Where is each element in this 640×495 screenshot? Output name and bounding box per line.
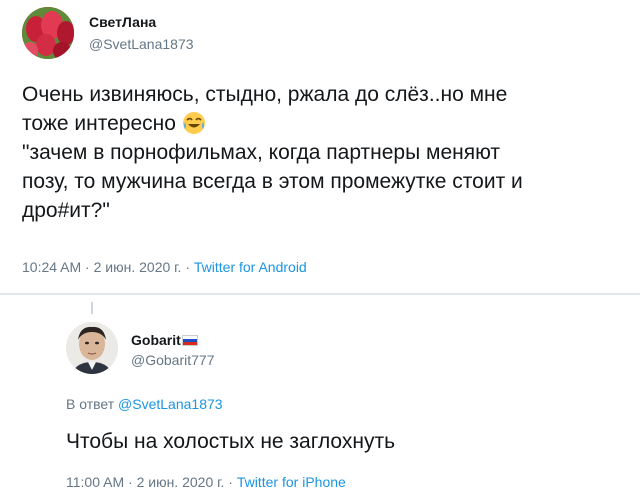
- thread-connector: [91, 302, 93, 314]
- reply-date[interactable]: 2 июн. 2020 г.: [137, 474, 225, 490]
- reply-to-label: В ответ: [66, 396, 115, 412]
- tweet-text-line1: Очень извиняюсь, стыдно, ржала до слёз..…: [22, 83, 508, 106]
- reply-time[interactable]: 11:00 AM: [66, 474, 124, 490]
- meta-separator: ·: [224, 474, 237, 490]
- meta-separator: ·: [181, 259, 194, 275]
- meta-separator: ·: [124, 474, 137, 490]
- tweet-date[interactable]: 2 июн. 2020 г.: [94, 259, 182, 275]
- reply-to-line: В ответ @SvetLana1873: [66, 396, 223, 412]
- author-name[interactable]: СветЛана: [89, 14, 156, 30]
- man-portrait-avatar-image: [66, 322, 118, 374]
- tweet-text: Очень извиняюсь, стыдно, ржала до слёз..…: [22, 80, 622, 225]
- tweet-meta: 10:24 AM · 2 июн. 2020 г. · Twitter for …: [22, 259, 307, 275]
- original-tweet: СветЛана @SvetLana1873 Очень извиняюсь, …: [0, 0, 640, 292]
- reply-source[interactable]: Twitter for iPhone: [237, 474, 346, 490]
- face-with-tears-of-joy-emoji: [182, 112, 205, 134]
- tweet-source[interactable]: Twitter for Android: [194, 259, 307, 275]
- russia-flag-icon: [181, 335, 198, 346]
- tweet-text-line2: тоже интересно: [22, 112, 182, 135]
- divider: [0, 293, 640, 295]
- author-handle[interactable]: @SvetLana1873: [89, 36, 194, 52]
- reply-meta: 11:00 AM · 2 июн. 2020 г. · Twitter for …: [66, 474, 346, 490]
- reply-author-name: Gobarit: [131, 332, 198, 348]
- reply-author-avatar[interactable]: [66, 322, 118, 374]
- meta-separator: ·: [81, 259, 94, 275]
- reply-author-handle[interactable]: @Gobarit777: [131, 352, 214, 368]
- tweet-text-quote: "зачем в порнофильмах, когда партнеры ме…: [22, 141, 523, 222]
- tulips-avatar-image: [22, 7, 74, 59]
- author-avatar[interactable]: [22, 7, 74, 59]
- reply-text: Чтобы на холостых не заглохнуть: [66, 430, 396, 453]
- reply-to-mention[interactable]: @SvetLana1873: [118, 396, 223, 412]
- reply-author-name-text[interactable]: Gobarit: [131, 332, 181, 348]
- tweet-time[interactable]: 10:24 AM: [22, 259, 81, 275]
